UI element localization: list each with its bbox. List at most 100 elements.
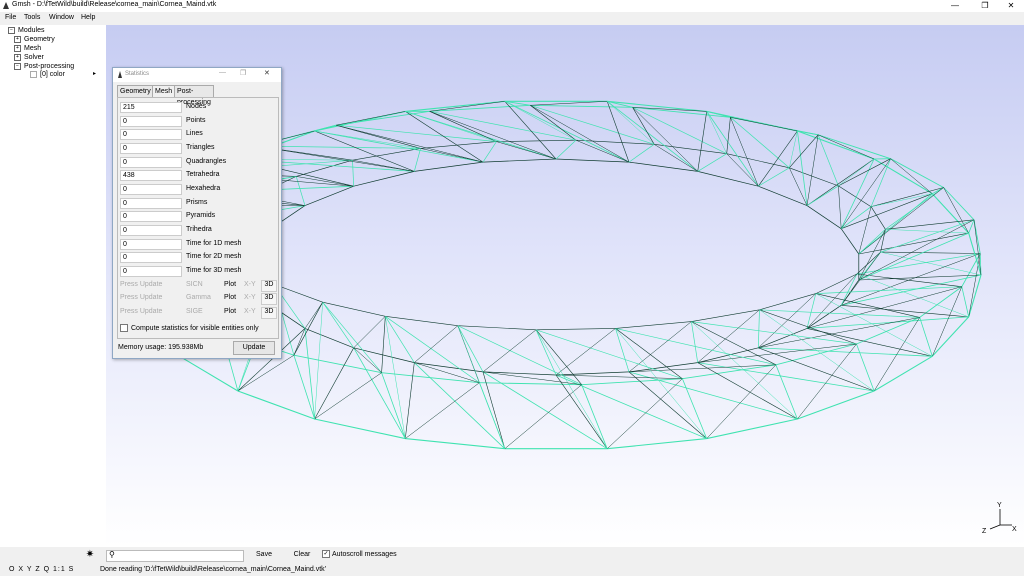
save-button[interactable]: Save [250,549,278,560]
mesh-edge [856,273,962,287]
mesh-edge [530,104,655,145]
metric-label: SIGE [186,308,203,315]
mesh-edge [840,206,872,229]
mesh-edge [654,144,698,172]
stat-value[interactable]: 0 [120,252,182,263]
mesh-edge [873,355,933,392]
update-button[interactable]: Update [233,341,275,355]
dialog-minimize-button[interactable]: — [219,69,226,76]
visible-entities-checkbox[interactable]: Compute statistics for visible entities … [120,324,259,332]
stat-value[interactable]: 438 [120,170,182,181]
press-update-label: Press Update [120,308,163,315]
stat-value[interactable]: 0 [120,239,182,250]
mesh-edge [806,158,875,206]
mesh-edge [858,229,886,255]
clear-button[interactable]: Clear [288,549,316,560]
stat-value[interactable]: 0 [120,211,182,222]
plot-button[interactable]: Plot [224,281,236,288]
stat-label: Quadrangles [186,158,227,165]
3d-button[interactable]: 3D [261,307,277,319]
mesh-edge [858,229,886,281]
plot-button[interactable]: Plot [224,308,236,315]
statistics-dialog: Statistics — ❐ ✕ Geometry Mesh Post-proc… [112,67,282,359]
menu-tools[interactable]: Tools [24,14,40,21]
mesh-edge [730,117,798,132]
mesh-edge [871,187,944,207]
tree-item-solver[interactable]: + Solver [14,53,44,62]
mesh-edge [817,134,891,160]
tab-post-processing[interactable]: Post-processing [174,85,214,106]
mesh-edge [482,329,537,373]
gear-icon[interactable]: ✷ [84,549,96,561]
stat-value[interactable]: 215 [120,102,182,113]
3d-button[interactable]: 3D [261,293,277,305]
tree-item-mesh[interactable]: + Mesh [14,44,41,53]
tree-modules[interactable]: − Modules [8,26,44,35]
plot-button[interactable]: Plot [224,294,236,301]
stat-value[interactable]: 0 [120,184,182,195]
xy-button[interactable]: X-Y [244,308,256,315]
module-tree: − Modules + Geometry + Mesh + Solver − Post-p… [0,25,106,547]
dialog-maximize-button[interactable]: ❐ [240,69,246,77]
3d-button[interactable]: 3D [261,280,277,292]
mesh-edge [314,124,337,132]
stat-label: Pyramids [186,212,216,219]
triangle-right-icon[interactable]: ▸ [93,70,96,79]
dialog-title-bar[interactable]: Statistics — ❐ ✕ [113,68,281,82]
mesh-edge [759,309,857,345]
maximize-button[interactable]: ❐ [974,0,996,12]
mesh-edge [758,347,933,357]
mesh-edge [858,193,933,255]
message-search-input[interactable]: ⚲ [106,550,244,562]
menu-window[interactable]: Window [49,14,74,21]
mesh-edge [457,325,537,331]
stat-value[interactable]: 0 [120,129,182,140]
stat-value[interactable]: 0 [120,266,182,277]
collapse-icon[interactable]: − [14,62,21,70]
mesh-edge [758,317,920,349]
mesh-edge [726,117,731,154]
checkmark-icon[interactable]: ✓ [322,550,330,558]
expand-icon[interactable]: + [14,44,21,52]
mesh-edge [405,111,484,163]
expand-icon[interactable]: + [14,35,21,43]
mesh-edge [353,347,406,439]
mesh-edge [504,101,557,160]
tab-geometry[interactable]: Geometry [117,85,154,97]
mesh-edge [381,316,386,373]
dialog-close-button[interactable]: ✕ [264,69,270,77]
mesh-edge [530,105,577,141]
checkbox-icon[interactable] [120,324,128,332]
mesh-edge [536,328,616,331]
mesh-edge [697,153,727,172]
menu-help[interactable]: Help [81,14,95,21]
tree-item-view-color[interactable]: [0] color [30,70,65,79]
stat-value[interactable]: 0 [120,157,182,168]
stat-value[interactable]: 0 [120,116,182,127]
stat-value[interactable]: 0 [120,143,182,154]
minimize-button[interactable]: — [944,0,966,12]
stat-value[interactable]: 0 [120,198,182,209]
collapse-icon[interactable]: − [8,26,15,34]
mesh-edge [414,362,506,449]
autoscroll-checkbox[interactable]: ✓ Autoscroll messages [322,550,397,558]
view-shortcut-buttons[interactable]: O X Y Z Q 1:1 S [9,566,74,573]
expand-icon[interactable]: + [14,53,21,61]
xy-button[interactable]: X-Y [244,281,256,288]
close-button[interactable]: ✕ [1000,0,1022,12]
mesh-edge [840,158,891,229]
metric-label: SICN [186,281,203,288]
xy-button[interactable]: X-Y [244,294,256,301]
mesh-edge [858,206,872,255]
stat-label: Nodes [186,103,207,110]
stat-value[interactable]: 0 [120,225,182,236]
tree-item-geometry[interactable]: + Geometry [14,35,55,44]
axes-icon: Y X Z [982,502,1017,535]
autoscroll-label: Autoscroll messages [332,550,397,558]
mesh-edge [838,185,842,229]
mesh-edge [482,141,497,163]
view-checkbox-icon[interactable] [30,70,37,78]
mesh-edge [607,101,655,145]
menu-file[interactable]: File [5,14,16,21]
mesh-edge [628,371,707,439]
